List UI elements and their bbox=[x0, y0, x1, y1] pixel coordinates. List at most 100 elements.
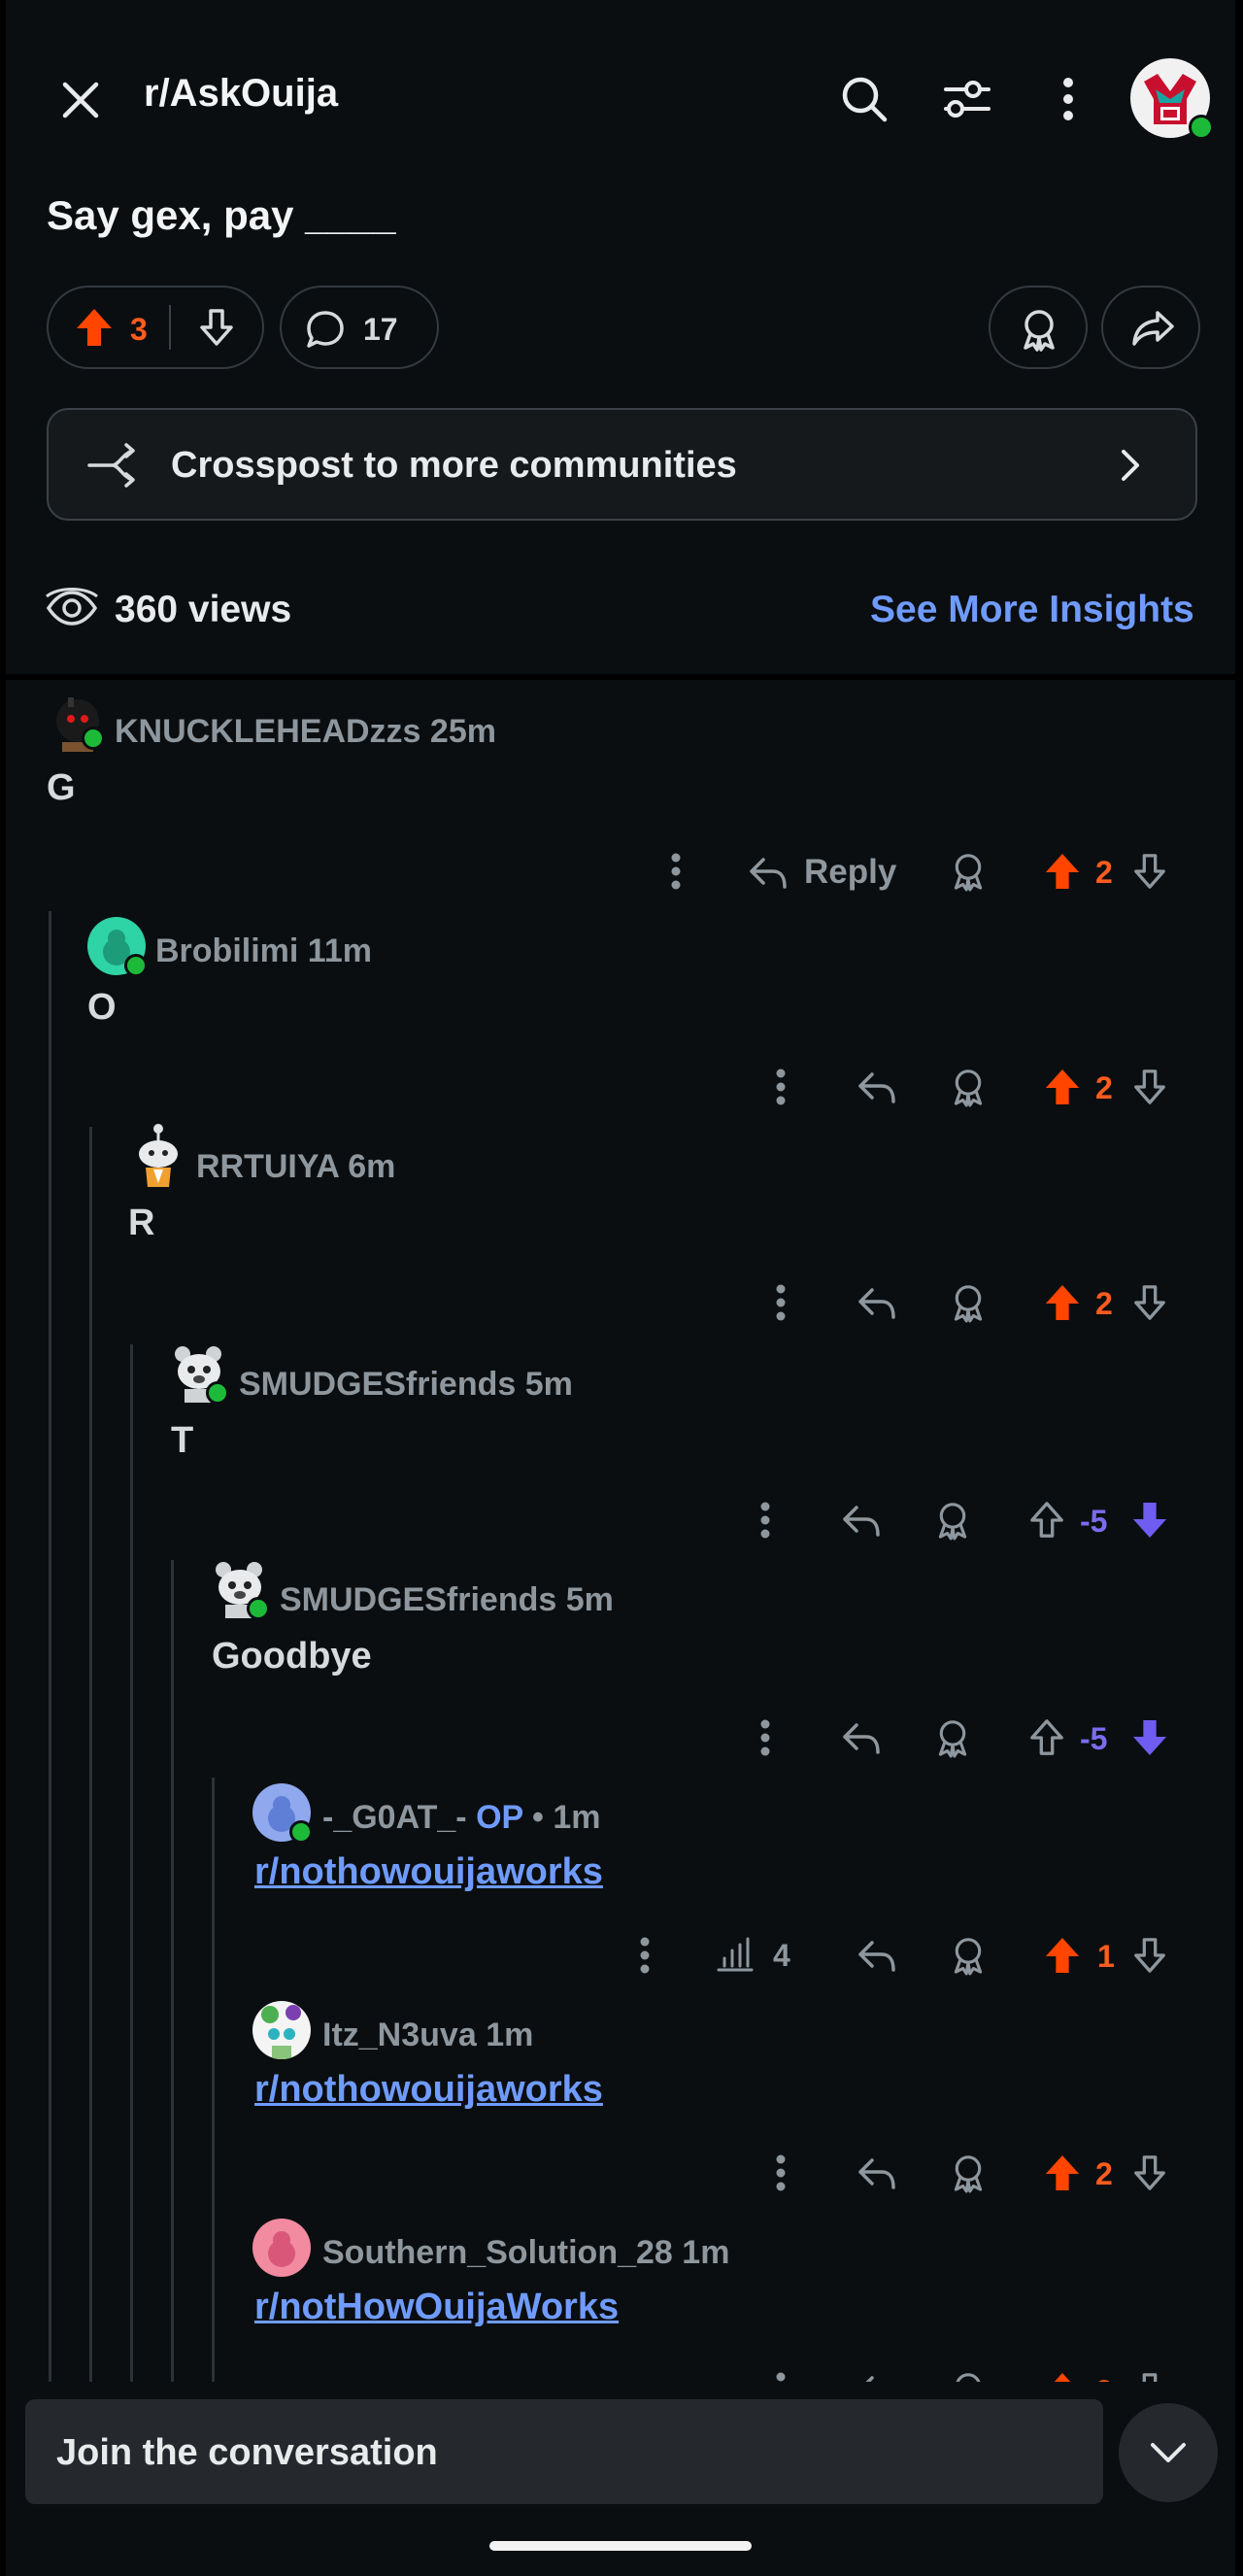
comment-more-button[interactable] bbox=[744, 1713, 787, 1762]
downvote-button[interactable] bbox=[1128, 2149, 1171, 2197]
comment-more-button[interactable] bbox=[744, 1496, 787, 1544]
reply-button[interactable] bbox=[853, 1931, 901, 1980]
username[interactable]: Southern_Solution_28 bbox=[322, 2234, 673, 2271]
join-conversation-input[interactable]: Join the conversation bbox=[25, 2399, 1103, 2504]
filter-icon bbox=[944, 81, 991, 118]
comment: -_G0AT_- OP • 1m r/nothowouijaworks 4 1 bbox=[6, 1770, 1235, 1987]
timestamp: • 1m bbox=[532, 1799, 601, 1836]
avatar[interactable] bbox=[252, 1783, 313, 1844]
award-icon bbox=[1024, 310, 1055, 352]
online-indicator bbox=[82, 727, 105, 750]
upvote-button[interactable] bbox=[1025, 1496, 1068, 1544]
insights-stats[interactable]: 4 bbox=[715, 1931, 808, 1980]
comment-meta: SMUDGESfriends 5m bbox=[280, 1581, 614, 1619]
upvote-button[interactable] bbox=[70, 303, 118, 352]
award-icon bbox=[954, 1069, 983, 1107]
avatar[interactable] bbox=[252, 2219, 311, 2277]
search-icon bbox=[842, 77, 888, 122]
downvote-icon-filled bbox=[1132, 1502, 1167, 1539]
username[interactable]: Brobilimi bbox=[155, 932, 298, 969]
more-vertical-icon bbox=[1063, 78, 1073, 120]
username[interactable]: SMUDGESfriends bbox=[280, 1581, 556, 1618]
avatar[interactable] bbox=[252, 2001, 311, 2059]
comment-score: -5 bbox=[1080, 1721, 1108, 1756]
downvote-button[interactable] bbox=[1128, 1931, 1171, 1980]
comment-more-button[interactable] bbox=[759, 1063, 802, 1111]
comment-more-button[interactable] bbox=[655, 847, 697, 896]
reply-button[interactable] bbox=[853, 2149, 901, 2197]
timestamp: 6m bbox=[348, 1148, 396, 1185]
downvote-button[interactable] bbox=[1128, 1496, 1171, 1544]
reply-icon bbox=[843, 1723, 880, 1754]
subreddit-link[interactable]: r/notHowOuijaWorks bbox=[254, 2287, 619, 2328]
home-indicator[interactable] bbox=[489, 2541, 752, 2551]
award-icon bbox=[954, 854, 983, 892]
reply-button[interactable] bbox=[837, 1496, 886, 1544]
award-button[interactable] bbox=[944, 2149, 992, 2197]
username[interactable]: SMUDGESfriends bbox=[239, 1366, 516, 1403]
comment-score: -5 bbox=[1080, 1504, 1108, 1539]
close-icon bbox=[62, 82, 99, 119]
avatar[interactable] bbox=[87, 917, 148, 977]
see-more-insights-link[interactable]: See More Insights bbox=[870, 589, 1194, 631]
comment-more-button[interactable] bbox=[623, 1931, 666, 1980]
downvote-button[interactable] bbox=[1128, 1278, 1171, 1327]
comments-button[interactable]: 17 bbox=[280, 286, 439, 369]
downvote-icon bbox=[1134, 1285, 1165, 1320]
award-button[interactable] bbox=[944, 1278, 992, 1327]
avatar[interactable] bbox=[50, 694, 105, 752]
online-indicator bbox=[1189, 115, 1214, 140]
downvote-button[interactable] bbox=[192, 303, 241, 352]
avatar[interactable] bbox=[128, 1121, 188, 1189]
avatar[interactable] bbox=[210, 1556, 270, 1620]
user-avatar[interactable] bbox=[1128, 56, 1214, 140]
upvote-button[interactable] bbox=[1041, 2149, 1084, 2197]
comment-score: 2 bbox=[1095, 1070, 1113, 1105]
username[interactable]: KNUCKLEHEADzzs bbox=[115, 713, 420, 750]
downvote-button[interactable] bbox=[1128, 847, 1171, 896]
username[interactable]: -_G0AT_- bbox=[322, 1799, 467, 1836]
upvote-button[interactable] bbox=[1041, 1278, 1084, 1327]
timestamp: 1m bbox=[486, 2017, 534, 2053]
avatar[interactable] bbox=[169, 1340, 229, 1405]
comment-icon bbox=[307, 311, 344, 348]
upvote-icon bbox=[1030, 1502, 1063, 1538]
downvote-button[interactable] bbox=[1128, 1063, 1171, 1111]
award-button[interactable] bbox=[928, 1496, 977, 1544]
share-button[interactable] bbox=[1101, 286, 1200, 369]
award-button[interactable] bbox=[944, 1931, 992, 1980]
award-button[interactable] bbox=[928, 1713, 977, 1762]
upvote-button[interactable] bbox=[1041, 847, 1084, 896]
reply-button[interactable] bbox=[837, 1713, 886, 1762]
comment-body: G bbox=[47, 767, 76, 808]
crosspost-icon bbox=[87, 443, 135, 488]
more-vertical-icon bbox=[671, 853, 681, 890]
crosspost-banner[interactable]: Crosspost to more communities bbox=[47, 408, 1197, 521]
subreddit-link[interactable]: r/nothowouijaworks bbox=[254, 1851, 603, 1893]
comment-meta: RRTUIYA 6m bbox=[196, 1148, 395, 1186]
username[interactable]: RRTUIYA bbox=[196, 1148, 339, 1185]
online-indicator bbox=[124, 954, 148, 977]
username[interactable]: Itz_N3uva bbox=[322, 2017, 477, 2053]
reply-button[interactable] bbox=[853, 1063, 901, 1111]
comment-more-button[interactable] bbox=[759, 2149, 802, 2197]
subreddit-name[interactable]: r/AskOuija bbox=[144, 72, 338, 116]
award-button[interactable] bbox=[989, 286, 1088, 369]
more-options-button[interactable] bbox=[1043, 68, 1093, 130]
upvote-button[interactable] bbox=[1041, 1931, 1084, 1980]
downvote-button[interactable] bbox=[1128, 1713, 1171, 1762]
reply-button[interactable]: Reply bbox=[748, 845, 903, 899]
sort-filter-button[interactable] bbox=[936, 68, 998, 130]
collapse-button[interactable] bbox=[1119, 2403, 1218, 2502]
upvote-button[interactable] bbox=[1025, 1713, 1068, 1762]
comment-more-button[interactable] bbox=[759, 1278, 802, 1327]
subreddit-link[interactable]: r/nothowouijaworks bbox=[254, 2069, 603, 2111]
search-button[interactable] bbox=[833, 68, 895, 130]
award-button[interactable] bbox=[944, 847, 992, 896]
award-button[interactable] bbox=[944, 1063, 992, 1111]
reply-button[interactable] bbox=[853, 1278, 901, 1327]
upvote-button[interactable] bbox=[1041, 1063, 1084, 1111]
close-button[interactable] bbox=[50, 70, 111, 130]
comment-meta: Southern_Solution_28 1m bbox=[322, 2234, 729, 2272]
op-badge: OP bbox=[476, 1799, 523, 1836]
